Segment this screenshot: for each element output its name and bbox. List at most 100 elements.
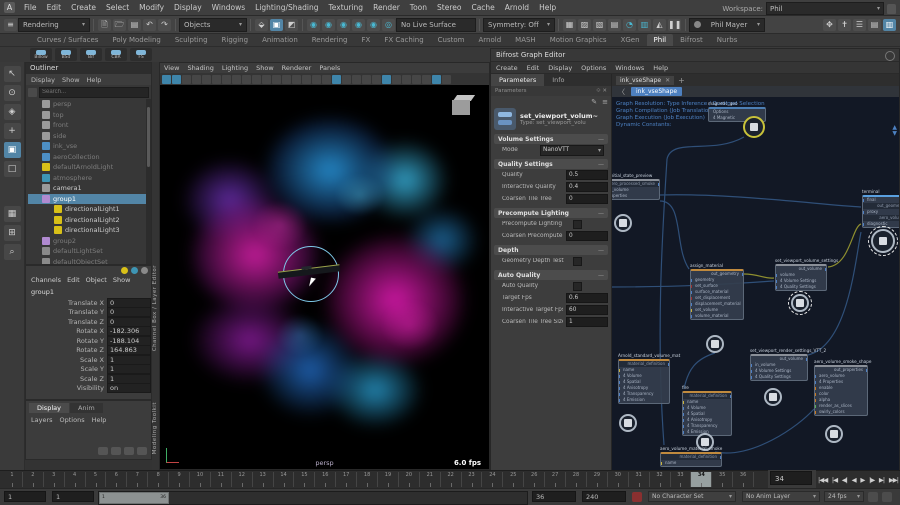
edit-node-icon[interactable]: ✎ <box>591 98 597 106</box>
timeline-frame-22[interactable]: 22 <box>441 472 462 487</box>
port-volume[interactable] <box>776 274 777 277</box>
port-alpha[interactable] <box>815 399 816 402</box>
snap-curve-icon[interactable]: ◉ <box>322 19 335 31</box>
port-out-geometry[interactable] <box>742 273 743 276</box>
port-swirly-colors[interactable] <box>815 411 816 414</box>
port-enable[interactable] <box>815 387 816 390</box>
timeline-frame-13[interactable]: 13 <box>253 472 274 487</box>
current-time-field[interactable]: 34 <box>770 471 812 485</box>
shelf-tab-rendering[interactable]: Rendering <box>305 34 355 46</box>
channel-box-toggle-icon[interactable]: ▥ <box>883 19 896 31</box>
field-chart-icon[interactable] <box>272 75 281 84</box>
outliner-item-ink-vse[interactable]: ink_vse <box>28 141 151 152</box>
gate-mask-icon[interactable] <box>262 75 271 84</box>
timeline-frame-8[interactable]: 8 <box>148 472 169 487</box>
symmetry-selector[interactable]: Symmetry: Off▾ <box>483 18 555 32</box>
param-value-field[interactable]: 0.6 <box>566 293 608 303</box>
section-header-depth[interactable]: Depth— <box>494 245 608 255</box>
render-view-icon[interactable]: ▦ <box>563 19 576 31</box>
shelf-tab-fx[interactable]: FX <box>355 34 378 46</box>
timeline-frame-24[interactable]: 24 <box>482 472 503 487</box>
port-4-emission[interactable] <box>619 399 620 402</box>
section-header-auto-quality[interactable]: Auto Quality— <box>494 270 608 280</box>
layer-menu-layers[interactable]: Layers <box>31 416 53 424</box>
port-4-anisotropy[interactable] <box>619 387 620 390</box>
move-tool[interactable]: + <box>4 123 21 139</box>
bifrost-menu-display[interactable]: Display <box>548 64 572 72</box>
node-icon-set-viewport-volume-settings[interactable] <box>791 294 809 312</box>
node-icon-assign-material[interactable] <box>706 335 724 353</box>
timeline-frame-2[interactable]: 2 <box>23 472 44 487</box>
depth-of-field-icon[interactable] <box>402 75 411 84</box>
graph-node-fire[interactable]: firematerial_definitionname4 Volume4 Spa… <box>682 385 732 436</box>
channel-value-field[interactable]: 0 <box>107 307 151 317</box>
gamma-icon[interactable] <box>442 75 451 84</box>
menu-render[interactable]: Render <box>368 3 405 12</box>
param-value-field[interactable]: 1 <box>566 317 608 327</box>
shelf-tab-nurbs[interactable]: Nurbs <box>710 34 745 46</box>
arnold-render-icon[interactable]: ◭ <box>653 19 666 31</box>
view-cube[interactable] <box>449 95 475 117</box>
shelf-tab-mash[interactable]: MASH <box>508 34 543 46</box>
safe-action-icon[interactable] <box>282 75 291 84</box>
port-final[interactable] <box>863 199 864 202</box>
graph-document-tab[interactable]: ink_vseShape ✕ <box>616 76 674 85</box>
zoom-tool[interactable]: ⌕ <box>4 244 21 260</box>
move-layer-up-icon[interactable] <box>124 447 134 455</box>
graph-node-set-viewport-render-settings-vtt-2[interactable]: set_viewport_render_settings_VTT_2out_vo… <box>750 348 808 381</box>
port-set-volume[interactable] <box>691 309 692 312</box>
breadcrumb-back-icon[interactable]: 〈 <box>618 87 625 97</box>
channel-value-field[interactable]: 1 <box>107 355 151 365</box>
two-panes-icon[interactable] <box>212 75 221 84</box>
port-4-anisotropy[interactable] <box>683 419 684 422</box>
port-4-volume-settings[interactable] <box>751 370 752 373</box>
bifrost-tab-parameters[interactable]: Parameters <box>491 74 544 86</box>
graph-node-arnold-standard-volume-mat[interactable]: Arnold_standard_volume_matmaterial_defin… <box>618 353 670 404</box>
paint-select-tool[interactable]: ◈ <box>4 104 21 120</box>
node-icon-magnetic-geo[interactable] <box>743 116 765 138</box>
port-4-spatial[interactable] <box>619 381 620 384</box>
outliner-item-camera1[interactable]: camera1 <box>28 183 151 194</box>
select-tool[interactable]: ↖ <box>4 66 21 82</box>
pane-options-icon[interactable]: ≡ <box>602 98 608 106</box>
menu-stereo[interactable]: Stereo <box>432 3 466 12</box>
menu-create[interactable]: Create <box>66 3 101 12</box>
shaded-icon[interactable] <box>332 75 341 84</box>
menu-arnold[interactable]: Arnold <box>500 3 534 12</box>
timeline-frame-26[interactable]: 26 <box>524 472 545 487</box>
step-forward-frame-icon[interactable]: ▶| <box>879 476 884 484</box>
outliner-item-defaultobjectset[interactable]: defaultObjectSet <box>28 257 151 265</box>
timeline-frame-11[interactable]: 11 <box>211 472 232 487</box>
port-volume-material[interactable] <box>691 315 692 318</box>
shelf-tab-arnold[interactable]: Arnold <box>472 34 509 46</box>
channel-value-field[interactable]: -188.104 <box>107 336 151 346</box>
timeline-frame-18[interactable]: 18 <box>357 472 378 487</box>
xray-icon[interactable] <box>422 75 431 84</box>
timeline-frame-3[interactable]: 3 <box>44 472 65 487</box>
step-back-frame-icon[interactable]: |◀ <box>832 476 837 484</box>
param-checkbox[interactable] <box>573 282 582 291</box>
timeline-frame-17[interactable]: 17 <box>336 472 357 487</box>
status-line-collapse-icon[interactable]: ≡ <box>4 19 17 31</box>
viewport-menu-view[interactable]: View <box>164 64 179 72</box>
lock-camera-icon[interactable] <box>172 75 181 84</box>
layer-menu-help[interactable]: Help <box>92 416 107 424</box>
grid-icon[interactable] <box>232 75 241 84</box>
port-set-displacement[interactable] <box>691 297 692 300</box>
port-color[interactable] <box>815 393 816 396</box>
exposure-icon[interactable] <box>432 75 441 84</box>
graph-node-set-viewport-volume-settings[interactable]: set_viewport_volume_settingsout_volumevo… <box>775 258 827 291</box>
port-diagnostic[interactable] <box>863 223 864 226</box>
shelf-item-fs[interactable]: FS <box>130 48 152 61</box>
hypershade-icon[interactable]: ◔ <box>623 19 636 31</box>
ipr-render-icon[interactable]: ▧ <box>593 19 606 31</box>
live-surface-field[interactable]: No Live Surface <box>396 18 476 32</box>
workspace-selector[interactable]: Phil ▾ <box>766 2 884 15</box>
animation-end-field[interactable]: 240 <box>582 491 626 502</box>
shelf-tab-custom[interactable]: Custom <box>431 34 472 46</box>
go-to-end-icon[interactable]: ▶▶| <box>889 476 898 484</box>
menu-texturing[interactable]: Texturing <box>323 3 368 12</box>
port-set-surface[interactable] <box>691 285 692 288</box>
bifrost-menu-edit[interactable]: Edit <box>527 64 540 72</box>
outliner-search-input[interactable] <box>39 87 149 98</box>
